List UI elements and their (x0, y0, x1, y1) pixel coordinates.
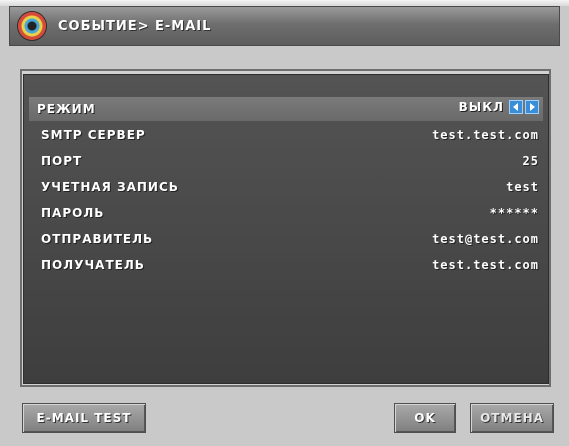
setting-row-sender[interactable]: ОТПРАВИТЕЛЬ test@test.com (33, 227, 543, 251)
setting-value-sender: test@test.com (432, 232, 539, 246)
globe-logo-icon (18, 12, 46, 40)
setting-value-smtp-server: test.test.com (432, 128, 539, 142)
settings-panel: РЕЖИМ ВЫКЛ SMTP СЕРВЕР test.test.com ПОР… (23, 74, 549, 384)
arrow-right-icon[interactable] (525, 100, 539, 114)
setting-label-mode: РЕЖИМ (37, 102, 96, 116)
setting-label-recipient: ПОЛУЧАТЕЛЬ (41, 258, 145, 272)
setting-label-password: ПАРОЛЬ (41, 206, 105, 220)
setting-value-password: ****** (489, 206, 539, 220)
setting-label-port: ПОРТ (41, 154, 83, 168)
setting-label-smtp-server: SMTP СЕРВЕР (41, 128, 146, 142)
setting-value-account: test (506, 180, 539, 194)
setting-row-account[interactable]: УЧЕТНАЯ ЗАПИСЬ test (33, 175, 543, 199)
setting-row-recipient[interactable]: ПОЛУЧАТЕЛЬ test.test.com (33, 253, 543, 277)
page-title: СОБЫТИЕ> E-MAIL (58, 19, 212, 34)
setting-label-sender: ОТПРАВИТЕЛЬ (41, 232, 154, 246)
setting-row-smtp-server[interactable]: SMTP СЕРВЕР test.test.com (33, 123, 543, 147)
setting-value-recipient: test.test.com (432, 258, 539, 272)
setting-row-port[interactable]: ПОРТ 25 (33, 149, 543, 173)
cancel-button[interactable]: ОТМЕНА (470, 403, 554, 433)
email-test-button[interactable]: E-MAIL TEST (22, 403, 146, 433)
setting-label-account: УЧЕТНАЯ ЗАПИСЬ (41, 180, 179, 194)
setting-row-mode[interactable]: РЕЖИМ ВЫКЛ (29, 97, 543, 121)
setting-row-password[interactable]: ПАРОЛЬ ****** (33, 201, 543, 225)
title-bar: СОБЫТИЕ> E-MAIL (9, 6, 560, 46)
ok-button[interactable]: OK (394, 403, 456, 433)
arrow-left-icon[interactable] (509, 100, 523, 114)
setting-value-port: 25 (522, 154, 539, 168)
mode-selector[interactable]: ВЫКЛ (459, 100, 539, 114)
setting-value-mode: ВЫКЛ (458, 100, 504, 114)
